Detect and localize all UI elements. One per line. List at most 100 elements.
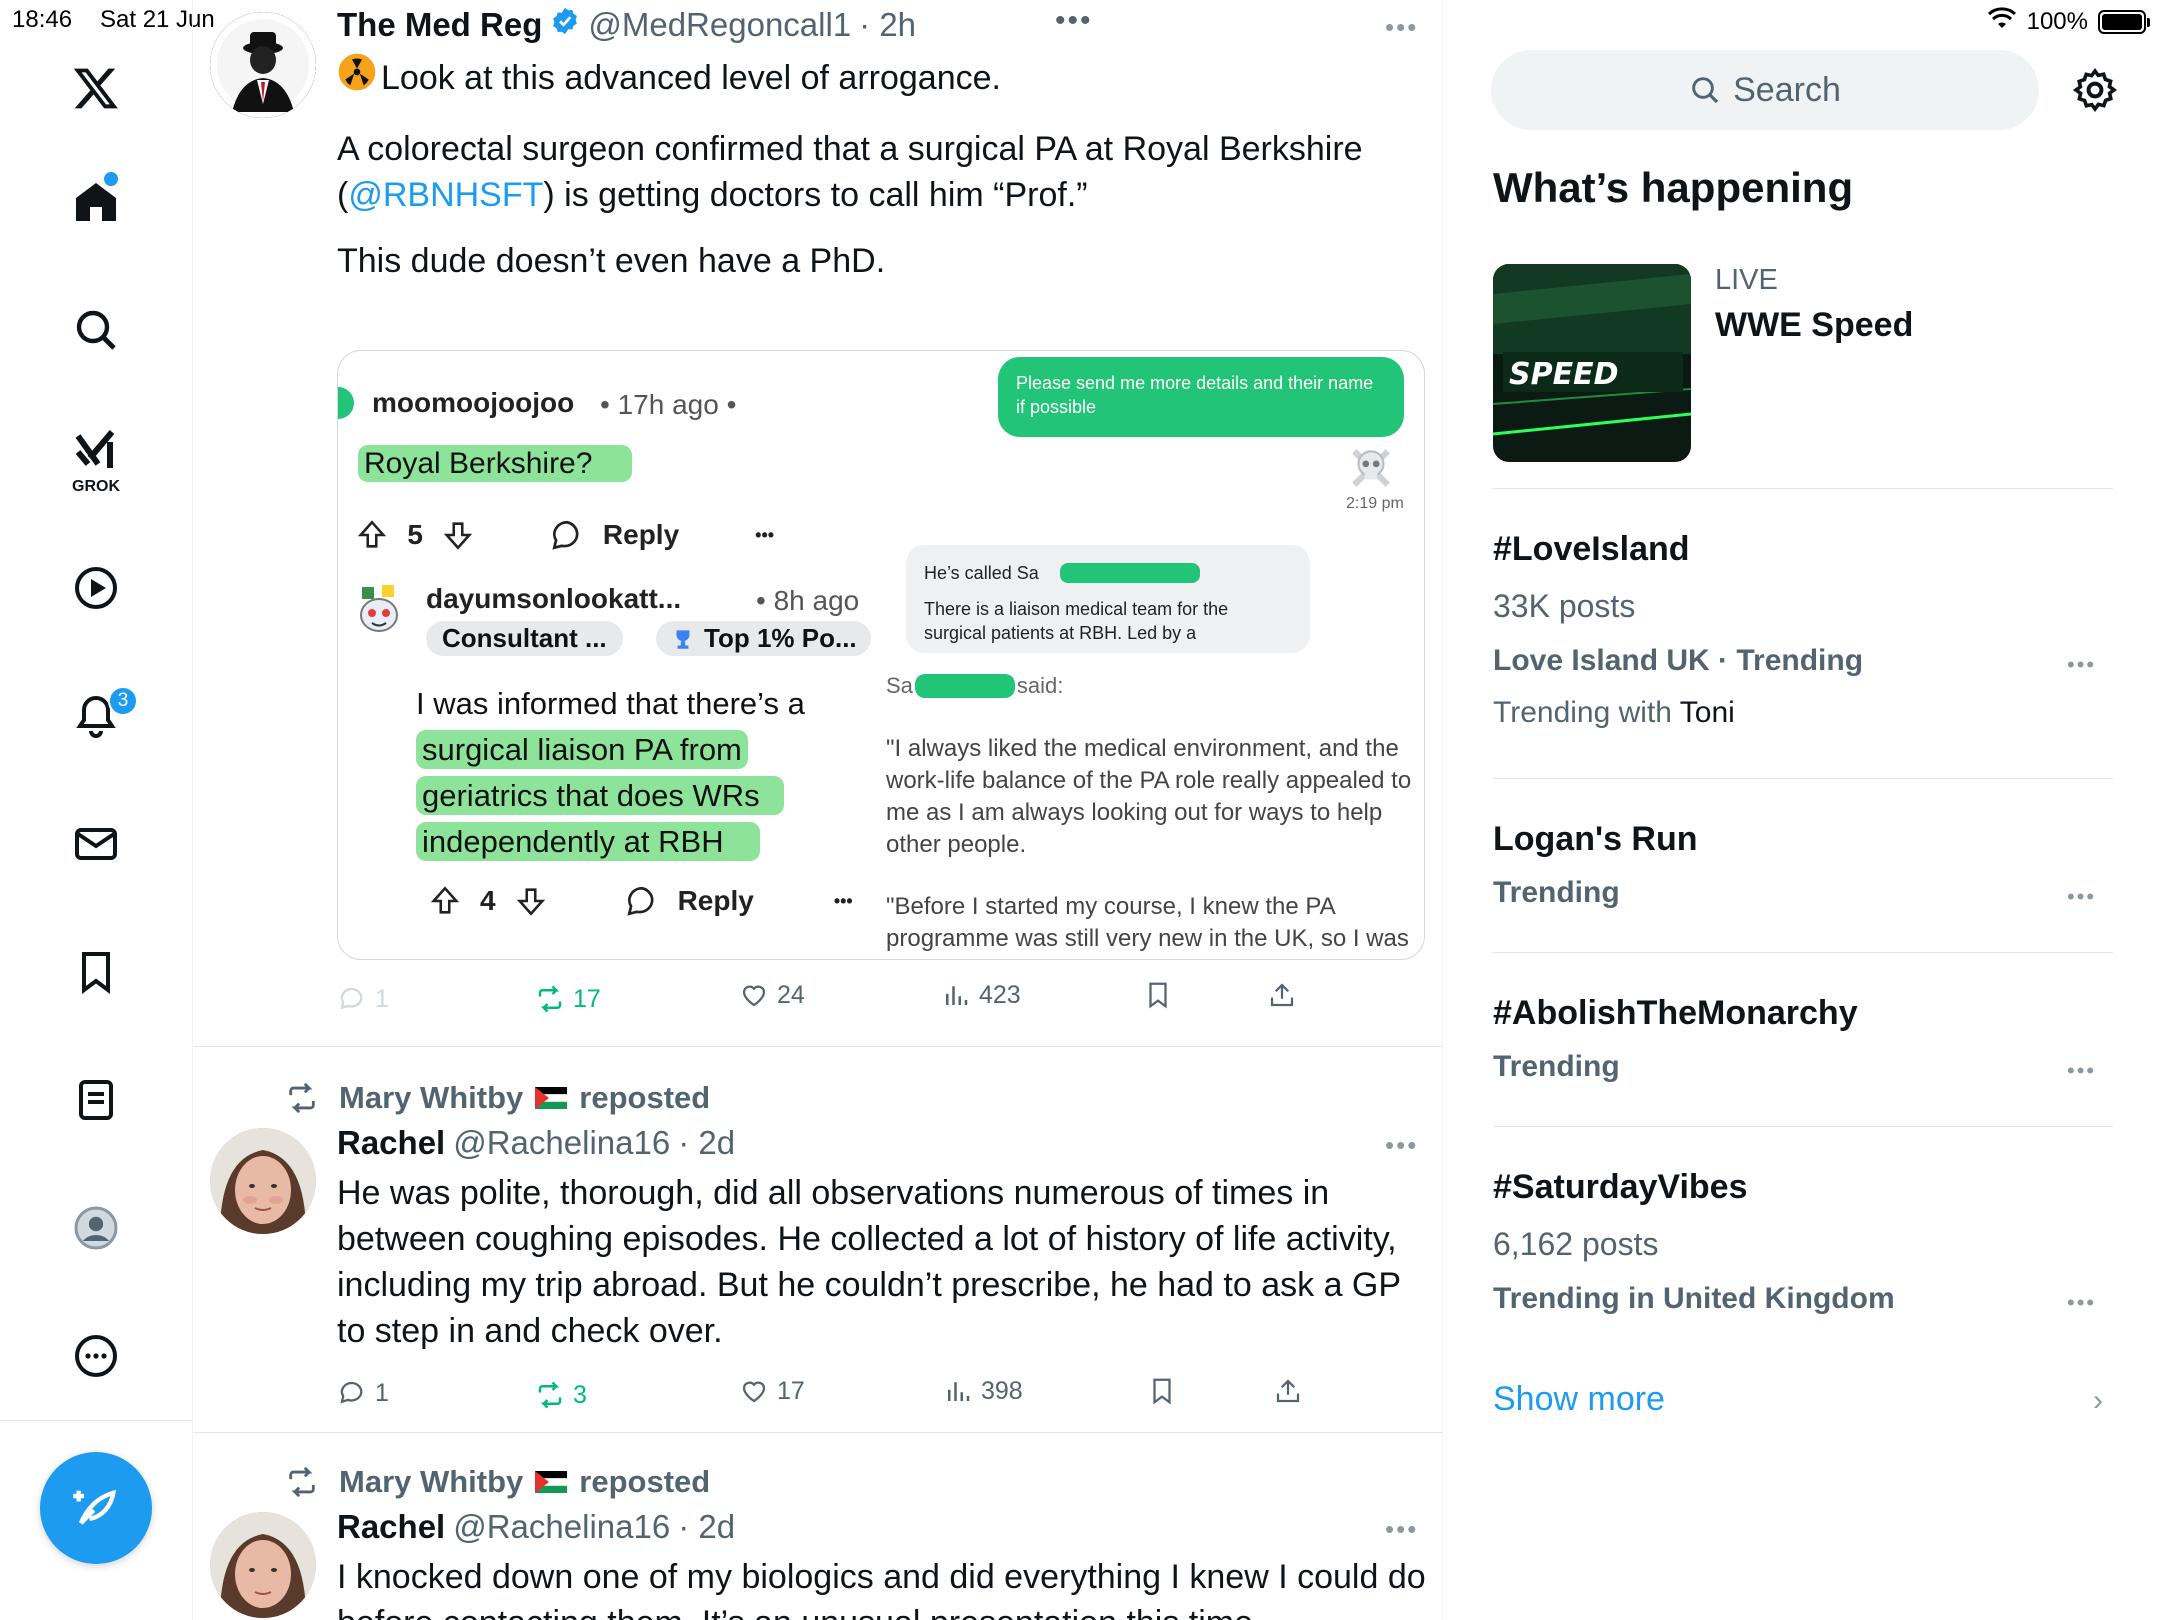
trend-title[interactable]: #SaturdayVibes [1493,1168,1748,1207]
chat-timestamp: 2:19 pm [1346,495,1404,512]
palestine-flag-icon [535,1087,568,1109]
post-time: · 2d [678,1508,736,1545]
more-options-icon[interactable] [66,1326,126,1386]
post-divider [193,1046,1443,1047]
author-name[interactable]: Rachel [337,1124,445,1162]
quote-paragraph-2: "Before I started my course, I knew the … [886,893,1409,952]
lists-icon[interactable] [66,1070,126,1130]
gear-icon[interactable] [2071,66,2119,114]
bookmark-icon [1149,982,1167,1009]
author-name[interactable]: The Med Reg [337,6,542,44]
timeline: The Med Reg @MedRegoncall1 · 2h ••• ••• … [193,0,1443,1620]
reddit-username-1: moomoojoojoo [372,387,575,418]
quote-said-prefix: Sa [886,673,913,698]
trend-more-icon[interactable]: ••• [2067,884,2096,910]
bookmark-action[interactable] [1147,1376,1177,1406]
comment-2-line-3: geriatrics that does WRs [416,776,784,815]
reposted-label: reposted [579,1080,711,1115]
like-count: 17 [777,1376,805,1405]
search-icon [1692,77,1719,104]
trend-title[interactable]: #LoveIsland [1493,530,1690,569]
tweet-body: He was polite, thorough, did all observa… [337,1174,1401,1350]
trend-context: Trending [1493,1050,1620,1083]
profile-avatar-icon[interactable] [66,1198,126,1258]
share-action[interactable] [1267,980,1297,1010]
heart-icon [742,985,766,1007]
show-more-link[interactable]: Show more [1493,1380,1665,1419]
paren-open: ( [337,176,349,214]
reply-icon [340,1381,363,1404]
vote-count-1: 5 [407,519,423,550]
tweet-line-2a: A colorectal surgeon confirmed that a su… [337,130,1363,168]
post-divider [193,1432,1443,1433]
views-count: 398 [981,1376,1023,1405]
share-action[interactable] [1273,1376,1303,1406]
reddit-actions-1: ) 5 Reply ••• [338,517,774,553]
video-icon[interactable] [66,558,126,618]
wwe-speed-thumbnail[interactable]: SPEED [1493,264,1691,462]
search-input[interactable]: Search [1491,50,2039,130]
avatar[interactable] [210,12,316,118]
bookmark-action[interactable] [1143,980,1173,1010]
post-more-icon[interactable]: ••• [1385,1130,1418,1161]
views-action[interactable]: 423 [941,980,1021,1010]
like-action[interactable]: 17 [739,1376,805,1406]
palestine-flag-icon [535,1471,568,1493]
trend-context: Trending [1493,876,1620,909]
live-event-title[interactable]: WWE Speed [1715,306,1913,345]
x-logo-icon[interactable] [66,58,126,118]
reposted-label: reposted [579,1464,711,1499]
author-name[interactable]: Rachel [337,1508,445,1546]
redaction-mark [914,674,1015,698]
views-action[interactable]: 398 [943,1376,1023,1406]
tweet-author-line: Rachel @Rachelina16 · 2d [337,1124,735,1162]
reply-action[interactable]: 1 [337,984,389,1014]
author-handle[interactable]: @MedRegoncall1 [588,6,851,44]
author-handle[interactable]: @Rachelina16 [453,1124,670,1162]
radioactive-icon [337,52,377,104]
reposter-name[interactable]: Mary Whitby [339,1080,523,1116]
post-more-icon[interactable]: ••• [1385,12,1418,43]
trend-post-count: 6,162 posts [1493,1226,1659,1262]
share-icon [1276,1379,1300,1403]
messages-mail-icon[interactable] [66,814,126,874]
search-icon[interactable] [66,300,126,360]
like-action[interactable]: 24 [739,980,805,1010]
reddit-username-2: dayumsonlookatt... [426,583,682,614]
tweet-author-line: The Med Reg @MedRegoncall1 · 2h [337,6,916,44]
chat-bubble-grey: He’s called Sa There is a liaison medica… [906,545,1310,653]
reply-action[interactable]: 1 [337,1378,389,1408]
avatar[interactable] [210,1512,316,1618]
left-navigation: GROK 3 [0,0,193,1620]
author-handle[interactable]: @Rachelina16 [453,1508,670,1546]
trend-title[interactable]: Logan's Run [1493,820,1698,859]
mention-link[interactable]: @RBNHSFT [348,176,543,214]
reply-label-2: Reply [677,885,754,916]
reddit-snoo-avatar [356,581,402,637]
post-image[interactable]: moomoojoojoo • 17h ago • Royal Berkshire… [337,350,1425,960]
bookmarks-icon[interactable] [66,942,126,1002]
reposter-name[interactable]: Mary Whitby [339,1464,523,1500]
repost-icon [538,985,562,1013]
grok-icon[interactable] [66,420,126,480]
repost-action[interactable]: 17 [535,984,601,1014]
views-count: 423 [979,980,1021,1009]
trend-title[interactable]: #AbolishTheMonarchy [1493,994,1858,1033]
trend-more-icon[interactable]: ••• [2067,1058,2096,1084]
trend-more-icon[interactable]: ••• [2067,1290,2096,1316]
downvote-icon [443,522,473,550]
redaction-mark [1060,563,1200,583]
trend-more-icon[interactable]: ••• [2067,652,2096,678]
post-more-icon[interactable]: ••• [1385,1514,1418,1545]
avatar[interactable] [210,1128,316,1234]
upvote-icon [430,886,460,914]
repost-icon [289,1466,315,1498]
compose-post-button[interactable] [40,1452,152,1564]
verified-badge-icon [550,6,580,44]
tweet-line-3: This dude doesn’t even have a PhD. [337,242,886,280]
chat-bubble-green: Please send me more details and their na… [998,357,1404,437]
media-more-icon[interactable]: ••• [1055,4,1093,38]
repost-action[interactable]: 3 [535,1380,587,1410]
search-placeholder: Search [1733,70,1841,109]
chevron-right-icon[interactable]: › [2093,1384,2103,1418]
